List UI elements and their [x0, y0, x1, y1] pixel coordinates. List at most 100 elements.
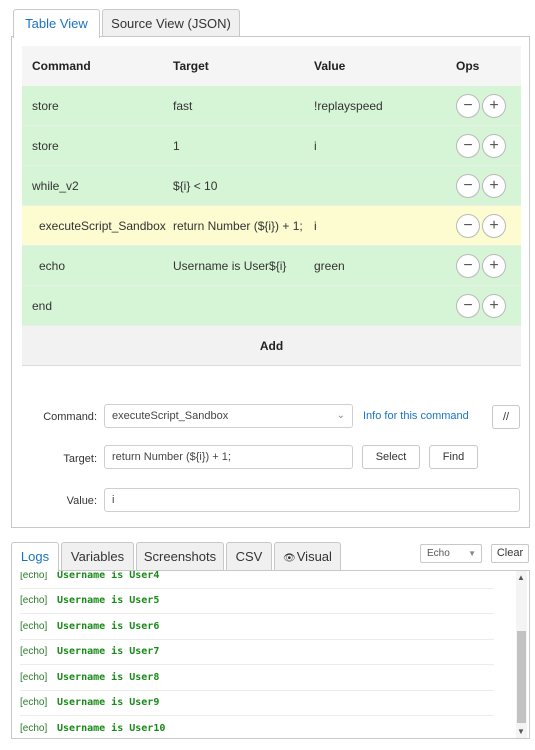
header-ops: Ops — [456, 59, 480, 73]
insert-row-button[interactable]: + — [482, 294, 506, 318]
scroll-up-icon[interactable]: ▲ — [517, 573, 525, 582]
log-message: Username is User6 — [57, 620, 160, 632]
log-line: [echo] Username is User4 — [20, 570, 494, 589]
label-colon: : — [93, 411, 97, 423]
command-label: Command: — [9, 411, 97, 423]
row-ops: − + — [456, 214, 506, 238]
command-table: Command Target Value Ops store fast !rep… — [22, 46, 521, 366]
log-line: [echo] Username is User5 — [20, 589, 494, 614]
tab-source-view[interactable]: Source View (JSON) — [102, 9, 240, 37]
table-row[interactable]: end − + — [22, 286, 521, 326]
tab-logs[interactable]: Logs — [11, 542, 59, 572]
log-tag: [echo] — [20, 620, 48, 632]
header-target: Target — [173, 59, 209, 73]
log-list: [echo] Username is User4 [echo] Username i… — [12, 570, 506, 738]
row-ops: − + — [456, 174, 506, 198]
info-command-link[interactable]: Info for this command — [363, 410, 469, 422]
remove-row-button[interactable]: − — [456, 294, 480, 318]
row-command: store — [32, 138, 59, 153]
value-label-text: Value — [66, 495, 94, 507]
chevron-down-icon: ▼ — [468, 549, 476, 558]
row-target: fast — [173, 98, 193, 113]
eye-icon: 👁 — [283, 553, 296, 564]
log-line: [echo] Username is User9 — [20, 691, 494, 716]
table-header: Command Target Value Ops — [22, 46, 521, 86]
table-row[interactable]: echo Username is User${i} green − + — [22, 246, 521, 286]
label-colon: : — [93, 495, 97, 507]
insert-row-button[interactable]: + — [482, 174, 506, 198]
log-filter-value: Echo — [427, 548, 450, 559]
row-target: Username is User${i} — [173, 258, 287, 273]
insert-row-button[interactable]: + — [482, 94, 506, 118]
row-ops: − + — [456, 294, 506, 318]
table-row[interactable]: store fast !replayspeed − + — [22, 86, 521, 126]
editor-panel: Command Target Value Ops store fast !rep… — [11, 36, 530, 528]
row-value: i — [314, 218, 317, 233]
table-row[interactable]: store 1 i − + — [22, 126, 521, 166]
log-line: [echo] Username is User10 — [20, 716, 494, 738]
remove-row-button[interactable]: − — [456, 174, 480, 198]
target-input[interactable]: return Number (${i}) + 1; — [104, 445, 353, 469]
target-label: Target: — [9, 453, 97, 465]
remove-row-button[interactable]: − — [456, 94, 480, 118]
insert-row-button[interactable]: + — [482, 214, 506, 238]
row-target: 1 — [173, 138, 180, 153]
table-row[interactable]: while_v2 ${i} < 10 − + — [22, 166, 521, 206]
row-ops: − + — [456, 94, 506, 118]
row-value: green — [314, 258, 345, 273]
tab-variables[interactable]: Variables — [61, 542, 134, 571]
tab-visual-label: Visual — [296, 549, 332, 564]
chevron-down-icon: ⌄ — [336, 410, 345, 421]
tab-screenshots[interactable]: Screenshots — [136, 542, 224, 571]
row-command: store — [32, 98, 59, 113]
select-target-button[interactable]: Select — [362, 445, 420, 469]
log-message: Username is User4 — [57, 570, 160, 581]
row-ops: − + — [456, 254, 506, 278]
log-tag: [echo] — [20, 671, 48, 683]
command-select-value: executeScript_Sandbox — [112, 410, 229, 422]
value-label: Value: — [9, 495, 97, 507]
row-command: executeScript_Sandbox — [39, 218, 166, 233]
log-line: [echo] Username is User7 — [20, 640, 494, 665]
log-message: Username is User8 — [57, 671, 160, 683]
scroll-down-icon[interactable]: ▼ — [517, 727, 525, 736]
target-label-text: Target — [63, 453, 94, 465]
command-label-text: Command — [43, 411, 94, 423]
clear-logs-button[interactable]: Clear — [491, 544, 529, 563]
insert-row-button[interactable]: + — [482, 254, 506, 278]
log-line: [echo] Username is User8 — [20, 665, 494, 691]
label-colon: : — [93, 453, 97, 465]
table-row-selected[interactable]: executeScript_Sandbox return Number (${i… — [22, 206, 521, 246]
log-filter-select[interactable]: Echo ▼ — [420, 544, 482, 563]
header-command: Command — [32, 59, 91, 73]
log-message: Username is User5 — [57, 595, 160, 607]
command-select[interactable]: executeScript_Sandbox ⌄ — [104, 404, 353, 428]
value-input[interactable]: i — [104, 488, 520, 512]
row-value: i — [314, 138, 317, 153]
comment-toggle-button[interactable]: // — [492, 405, 520, 429]
scroll-thumb[interactable] — [517, 631, 526, 723]
log-tag: [echo] — [20, 646, 48, 658]
remove-row-button[interactable]: − — [456, 214, 480, 238]
log-panel[interactable]: [echo] Username is User4 [echo] Username i… — [11, 570, 530, 739]
row-command: end — [32, 298, 53, 313]
row-command: echo — [39, 258, 66, 273]
log-message: Username is User7 — [57, 646, 160, 658]
log-tag: [echo] — [20, 722, 48, 734]
log-line: [echo] Username is User6 — [20, 614, 494, 640]
add-command-button[interactable]: Add — [22, 326, 521, 366]
remove-row-button[interactable]: − — [456, 134, 480, 158]
tab-table-view[interactable]: Table View — [13, 9, 100, 38]
row-target: ${i} < 10 — [173, 178, 218, 193]
log-tag: [echo] — [20, 595, 48, 607]
row-target: return Number (${i}) + 1; — [173, 218, 303, 233]
remove-row-button[interactable]: − — [456, 254, 480, 278]
find-target-button[interactable]: Find — [429, 445, 478, 469]
row-ops: − + — [456, 134, 506, 158]
insert-row-button[interactable]: + — [482, 134, 506, 158]
tab-visual[interactable]: 👁Visual — [274, 542, 341, 571]
row-value: !replayspeed — [314, 98, 383, 113]
row-command: while_v2 — [32, 178, 79, 193]
log-scrollbar[interactable]: ▲ ▼ — [516, 571, 527, 738]
tab-csv[interactable]: CSV — [226, 542, 272, 571]
